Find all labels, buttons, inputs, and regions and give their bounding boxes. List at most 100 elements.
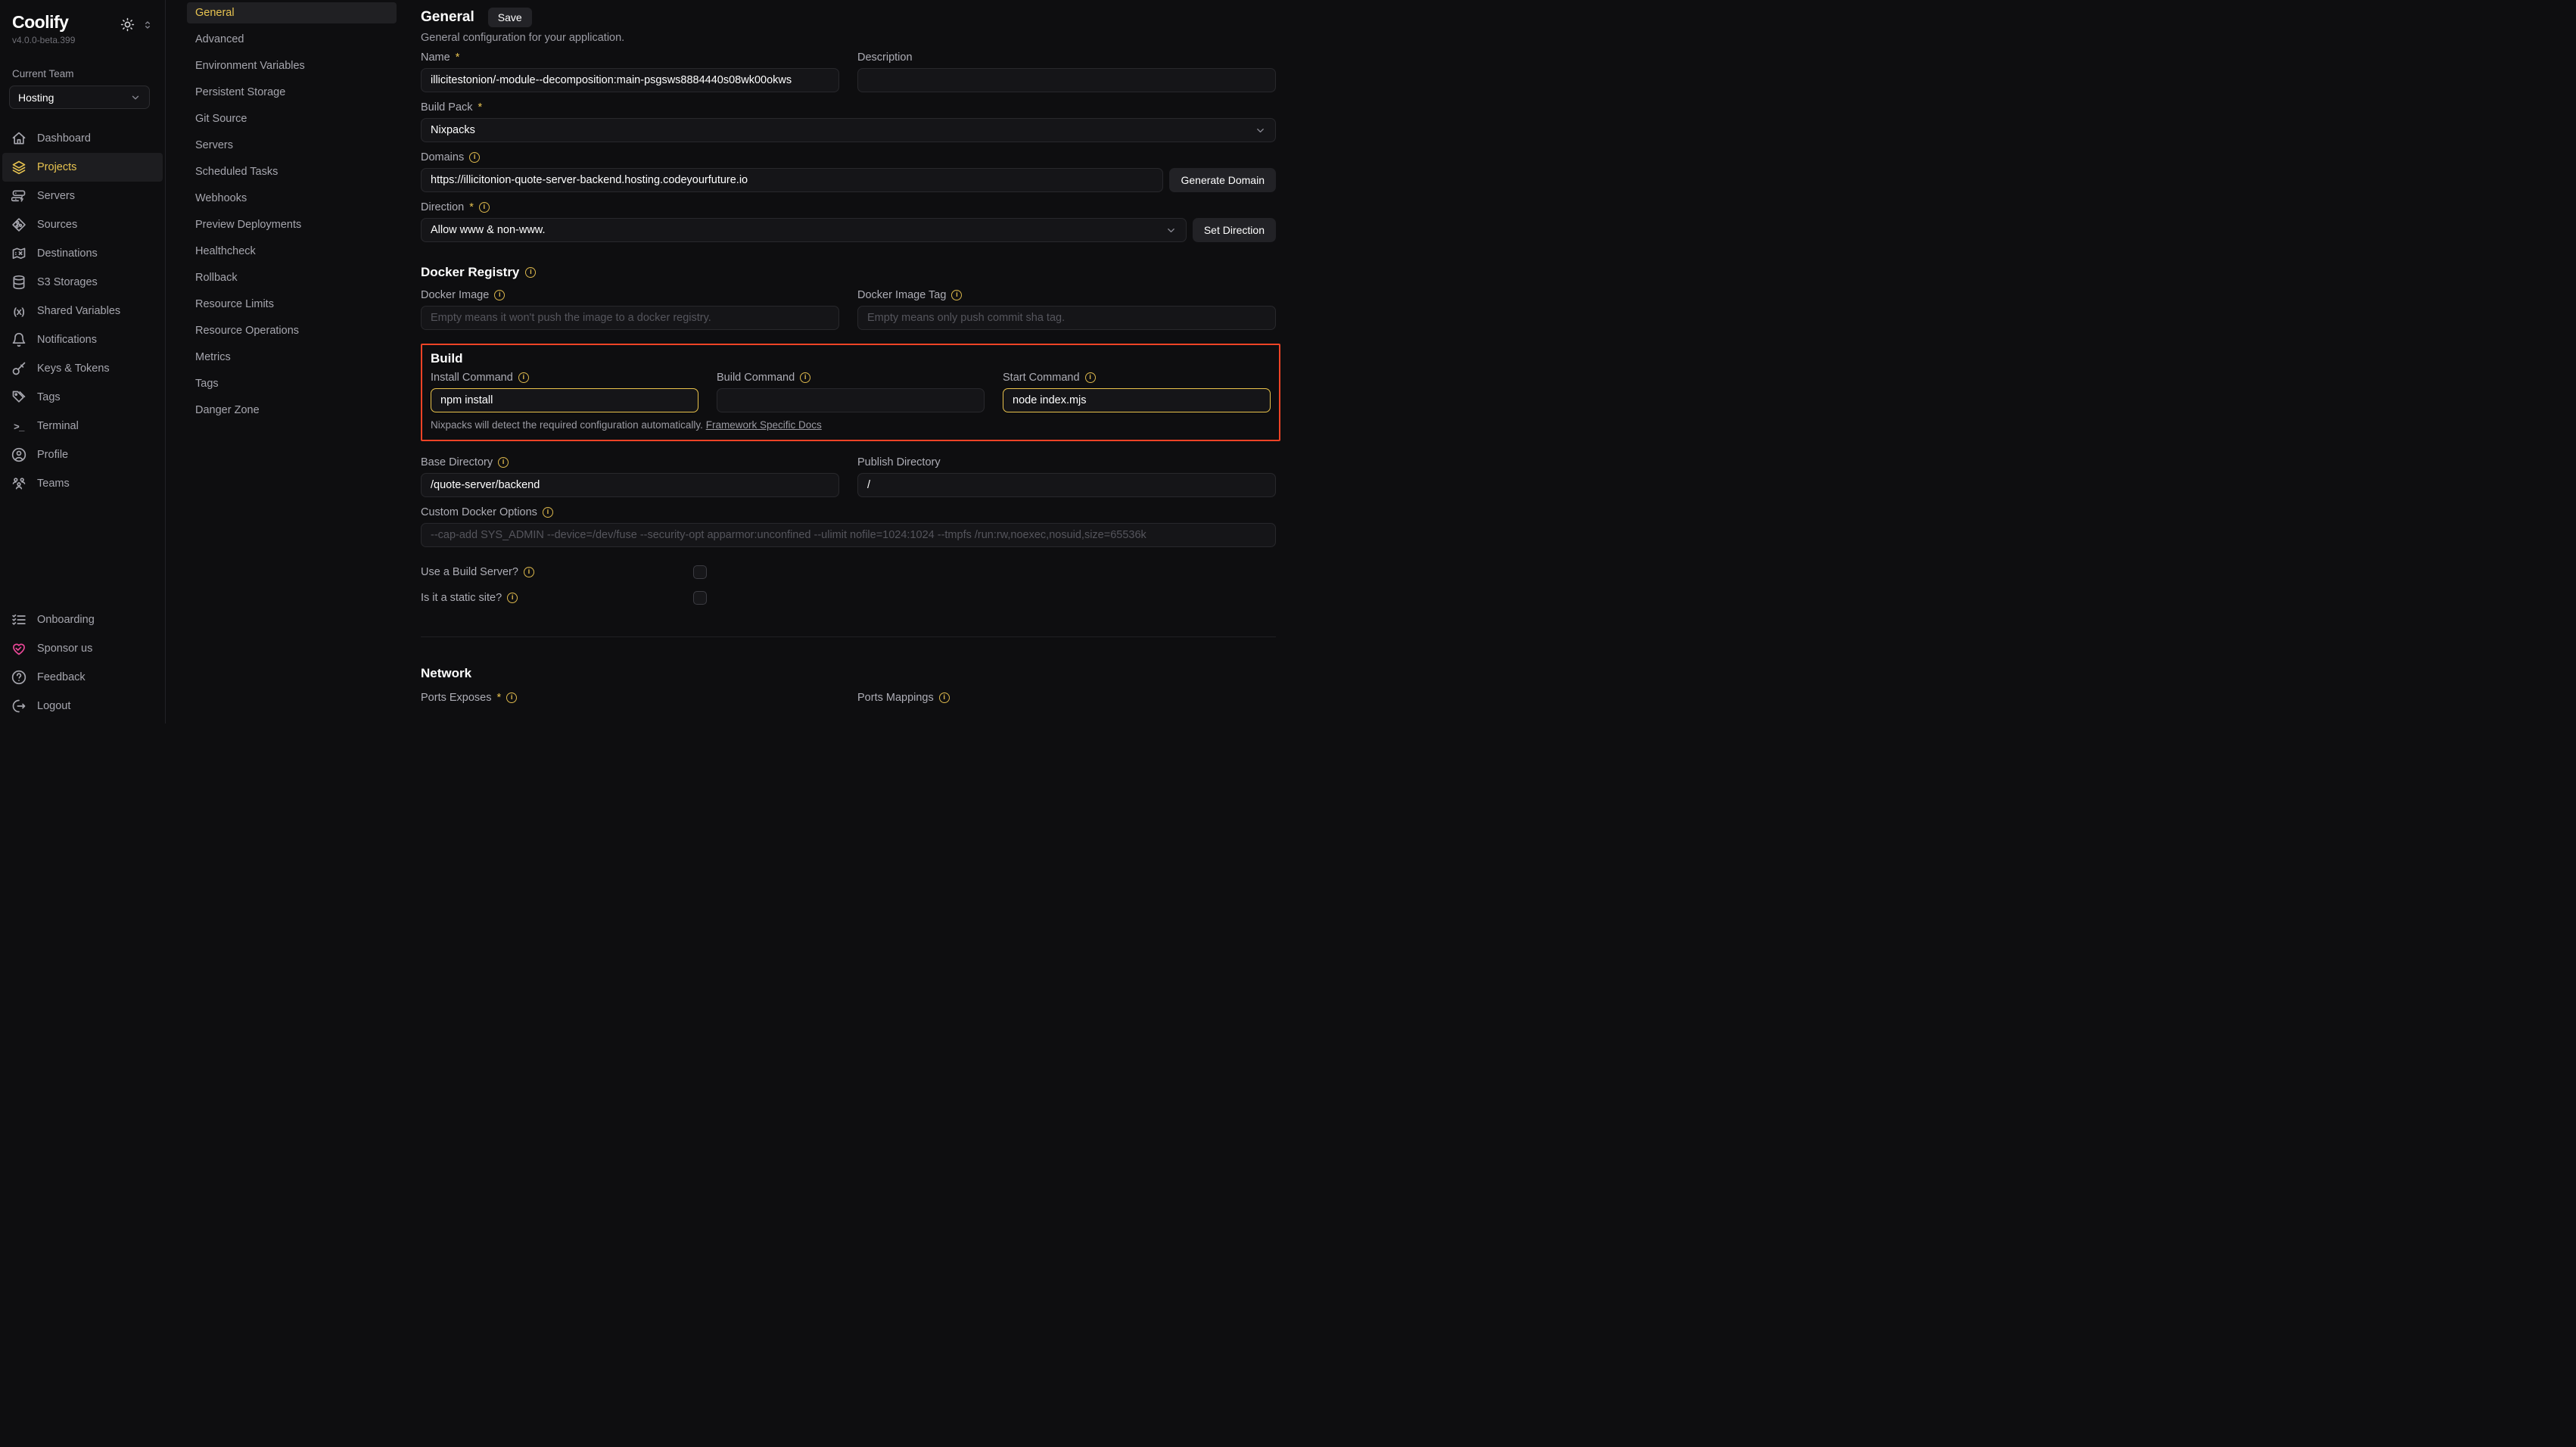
sidebar-item-servers[interactable]: Servers <box>0 182 165 210</box>
build-command-label: Build Commandi <box>717 372 985 384</box>
sidebar-collapse-icon[interactable] <box>142 19 153 31</box>
current-team-label: Current Team <box>0 68 165 79</box>
info-icon[interactable]: i <box>1085 372 1096 383</box>
subnav-item-rollback[interactable]: Rollback <box>187 267 397 288</box>
docker-image-label: Docker Imagei <box>421 289 839 301</box>
docker-image-tag-field-group: Docker Image Tagi <box>857 289 1276 330</box>
subnav-item-general[interactable]: General <box>187 2 397 23</box>
info-icon[interactable]: i <box>469 152 480 163</box>
subnav-item-danger-zone[interactable]: Danger Zone <box>187 400 397 421</box>
info-icon[interactable]: i <box>494 290 505 300</box>
name-input[interactable] <box>421 68 839 92</box>
info-icon[interactable]: i <box>800 372 810 383</box>
theme-sun-icon[interactable] <box>120 17 135 32</box>
ports-mappings-field-group: Ports Mappingsi <box>857 692 1276 708</box>
subnav-item-persistent-storage[interactable]: Persistent Storage <box>187 82 397 103</box>
generate-domain-button[interactable]: Generate Domain <box>1169 168 1276 192</box>
sidebar-item-shared-variables[interactable]: (x) Shared Variables <box>0 297 165 325</box>
app-logo: Coolify <box>12 12 68 33</box>
custom-docker-options-label: Custom Docker Optionsi <box>421 506 1276 518</box>
sidebar-item-label: Onboarding <box>37 614 95 626</box>
sidebar-item-label: S3 Storages <box>37 276 98 288</box>
info-icon[interactable]: i <box>543 507 553 518</box>
docker-image-input[interactable] <box>421 306 839 330</box>
docker-image-tag-input[interactable] <box>857 306 1276 330</box>
settings-subnav: General Advanced Environment Variables P… <box>166 0 407 724</box>
sidebar-item-terminal[interactable]: >_ Terminal <box>0 412 165 440</box>
build-pack-field-group: Build Pack* Nixpacks <box>421 101 1276 142</box>
required-asterisk: * <box>497 692 502 704</box>
build-server-checkbox[interactable] <box>693 565 707 579</box>
name-label: Name* <box>421 51 839 64</box>
publish-directory-input[interactable] <box>857 473 1276 497</box>
start-command-input[interactable] <box>1003 388 1271 412</box>
subnav-item-git-source[interactable]: Git Source <box>187 108 397 129</box>
build-command-input[interactable] <box>717 388 985 412</box>
question-circle-icon <box>11 670 26 685</box>
info-icon[interactable]: i <box>518 372 529 383</box>
custom-docker-options-input[interactable] <box>421 523 1276 547</box>
subnav-item-scheduled-tasks[interactable]: Scheduled Tasks <box>187 161 397 182</box>
subnav-item-resource-limits[interactable]: Resource Limits <box>187 294 397 315</box>
page-subtitle: General configuration for your applicati… <box>421 32 1276 44</box>
sidebar-item-onboarding[interactable]: Onboarding <box>0 605 165 634</box>
sidebar-item-feedback[interactable]: Feedback <box>0 663 165 692</box>
info-icon[interactable]: i <box>507 593 518 603</box>
subnav-item-servers[interactable]: Servers <box>187 135 397 156</box>
install-command-input[interactable] <box>431 388 698 412</box>
subnav-item-webhooks[interactable]: Webhooks <box>187 188 397 209</box>
info-icon[interactable]: i <box>939 692 950 703</box>
users-icon <box>11 476 26 491</box>
subnav-item-preview-deployments[interactable]: Preview Deployments <box>187 214 397 235</box>
sidebar-item-projects[interactable]: Projects <box>2 153 163 182</box>
subnav-item-resource-operations[interactable]: Resource Operations <box>187 320 397 341</box>
base-directory-input[interactable] <box>421 473 839 497</box>
layers-icon <box>11 160 26 175</box>
docker-image-tag-label: Docker Image Tagi <box>857 289 1276 301</box>
sidebar-item-s3-storages[interactable]: S3 Storages <box>0 268 165 297</box>
static-site-checkbox[interactable] <box>693 591 707 605</box>
sidebar: Coolify v4.0.0-beta.399 Current Team Hos… <box>0 0 166 724</box>
info-icon[interactable]: i <box>524 567 534 577</box>
build-pack-select[interactable]: Nixpacks <box>421 118 1276 142</box>
docker-registry-heading: Docker Registryi <box>421 265 1276 280</box>
subnav-item-healthcheck[interactable]: Healthcheck <box>187 241 397 262</box>
ports-exposes-field-group: Ports Exposes*i <box>421 692 839 708</box>
required-asterisk: * <box>478 101 483 114</box>
info-icon[interactable]: i <box>525 267 536 278</box>
server-icon <box>11 188 26 204</box>
build-section-annotation-box: Build Install Commandi Build Commandi St… <box>421 344 1280 441</box>
subnav-item-advanced[interactable]: Advanced <box>187 29 397 50</box>
subnav-item-environment-variables[interactable]: Environment Variables <box>187 55 397 76</box>
sidebar-item-destinations[interactable]: Destinations <box>0 239 165 268</box>
info-icon[interactable]: i <box>951 290 962 300</box>
sidebar-item-tags[interactable]: Tags <box>0 383 165 412</box>
info-icon[interactable]: i <box>506 692 517 703</box>
sidebar-item-profile[interactable]: Profile <box>0 440 165 469</box>
save-button[interactable]: Save <box>488 8 532 27</box>
domains-input[interactable] <box>421 168 1163 192</box>
sidebar-item-sponsor[interactable]: Sponsor us <box>0 634 165 663</box>
sidebar-item-teams[interactable]: Teams <box>0 469 165 498</box>
sidebar-item-notifications[interactable]: Notifications <box>0 325 165 354</box>
info-icon[interactable]: i <box>479 202 490 213</box>
sidebar-item-label: Tags <box>37 391 61 403</box>
framework-docs-link[interactable]: Framework Specific Docs <box>706 419 822 431</box>
base-directory-label: Base Directoryi <box>421 456 839 468</box>
sidebar-item-logout[interactable]: Logout <box>0 692 165 720</box>
parens-x-icon: (x) <box>11 303 26 319</box>
info-icon[interactable]: i <box>498 457 509 468</box>
sidebar-item-keys-tokens[interactable]: Keys & Tokens <box>0 354 165 383</box>
sidebar-item-dashboard[interactable]: Dashboard <box>0 124 165 153</box>
subnav-item-metrics[interactable]: Metrics <box>187 347 397 368</box>
sidebar-item-sources[interactable]: Sources <box>0 210 165 239</box>
sidebar-item-label: Projects <box>37 161 76 173</box>
description-input[interactable] <box>857 68 1276 92</box>
direction-select[interactable]: Allow www & non-www. <box>421 218 1187 242</box>
sidebar-item-label: Sources <box>37 219 77 231</box>
user-circle-icon <box>11 447 26 462</box>
set-direction-button[interactable]: Set Direction <box>1193 218 1276 242</box>
subnav-item-tags[interactable]: Tags <box>187 373 397 394</box>
team-select[interactable]: Hosting <box>9 86 150 109</box>
required-asterisk: * <box>456 51 460 64</box>
